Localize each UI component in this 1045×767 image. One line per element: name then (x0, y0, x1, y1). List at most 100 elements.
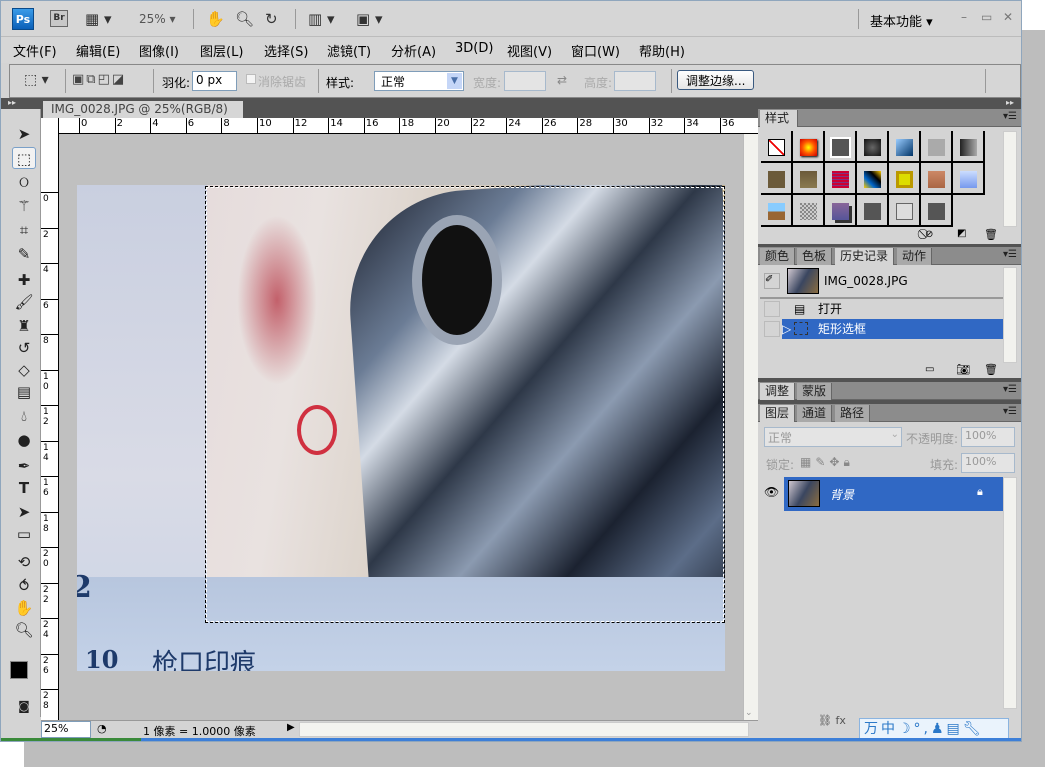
arrange-documents-icon[interactable]: ▥ ▾ (308, 10, 334, 28)
status-icon[interactable]: ◔ (97, 722, 107, 735)
style-swatch[interactable] (761, 163, 793, 195)
ime-toolbar[interactable]: 万中☽°,♟▤🔧︎ (859, 718, 1009, 740)
style-swatch[interactable] (825, 131, 857, 163)
hand-tool-icon[interactable]: ✋ (206, 10, 225, 28)
tab-color[interactable]: 颜色 (760, 248, 796, 265)
tab-actions[interactable]: 动作 (897, 248, 933, 265)
style-swatch[interactable] (889, 163, 921, 195)
restore-button[interactable]: ▭ (981, 10, 992, 24)
pen-tool-icon[interactable]: ✒ (12, 455, 36, 477)
path-selection-tool-icon[interactable]: ➤ (12, 501, 36, 523)
history-snapshot[interactable]: ✐ IMG_0028.JPG (760, 267, 1003, 295)
new-snapshot-icon[interactable]: 📷︎ (956, 363, 970, 376)
snapshot-brush-icon[interactable]: ✐ (764, 273, 780, 289)
view-extras-icon[interactable]: ▦ ▾ (85, 10, 111, 28)
lasso-tool-icon[interactable]: ଠ (12, 171, 36, 193)
tab-channels[interactable]: 通道 (797, 405, 833, 422)
menu-3d[interactable]: 3D(D) (455, 41, 493, 56)
zoom-level-dropdown[interactable]: 25% ▾ (139, 12, 176, 26)
fill-input[interactable]: 100% (961, 453, 1015, 473)
style-swatch[interactable] (793, 163, 825, 195)
width-input[interactable] (504, 71, 546, 91)
style-swatch[interactable] (953, 163, 985, 195)
rectangular-selection[interactable] (205, 186, 725, 623)
menu-image[interactable]: 图像(I) (139, 41, 179, 60)
swap-icon[interactable]: ⇄ (557, 73, 567, 87)
style-swatch[interactable] (793, 195, 825, 227)
style-swatch[interactable] (761, 195, 793, 227)
menu-view[interactable]: 视图(V) (507, 41, 552, 60)
history-item-open[interactable]: ▤ 打开 (760, 299, 1003, 319)
selection-mode-buttons[interactable]: ▣⧉◰◪ (72, 72, 126, 87)
history-state-slider-icon[interactable]: ▷ (782, 319, 791, 339)
menu-file[interactable]: 文件(F) (13, 41, 57, 60)
style-swatch[interactable] (921, 131, 953, 163)
blend-mode-select[interactable]: 正常 ⌄ (764, 427, 902, 447)
history-source-box[interactable] (764, 301, 780, 317)
height-input[interactable] (614, 71, 656, 91)
healing-brush-tool-icon[interactable]: ✚ (12, 269, 36, 291)
marquee-tool-icon[interactable]: ⬚ (12, 147, 36, 169)
horizontal-scrollbar[interactable] (299, 722, 749, 737)
history-source-box[interactable] (764, 321, 780, 337)
status-menu-arrow[interactable]: ▶ (287, 722, 295, 733)
panel-menu-icon[interactable]: ▾☰ (1003, 384, 1017, 395)
eraser-tool-icon[interactable]: ◇ (12, 359, 36, 381)
tab-layers[interactable]: 图层 (760, 405, 796, 422)
style-swatch[interactable] (953, 131, 985, 163)
new-style-icon[interactable]: ◩ (957, 228, 966, 239)
layers-scrollbar[interactable] (1003, 477, 1017, 709)
3d-rotate-tool-icon[interactable]: ⟲ (12, 551, 36, 573)
styles-scrollbar[interactable] (1003, 131, 1017, 227)
gradient-tool-icon[interactable]: ▤ (12, 381, 36, 403)
screen-mode-icon[interactable]: ▣ ▾ (356, 10, 382, 28)
magic-wand-tool-icon[interactable]: ⚚ (12, 195, 36, 217)
collapse-panels-icon[interactable]: ▸▸ (1006, 98, 1014, 107)
menu-analysis[interactable]: 分析(A) (391, 41, 436, 60)
canvas-area[interactable]: 2 10 枪口印痕 (59, 134, 743, 720)
tab-paths[interactable]: 路径 (835, 405, 871, 422)
feather-input[interactable]: 0 px (192, 71, 237, 91)
tab-adjustments[interactable]: 调整 (760, 383, 796, 400)
workspace-switcher[interactable]: 基本功能 ▾ (870, 11, 933, 30)
history-brush-tool-icon[interactable]: ↺ (12, 337, 36, 359)
menu-layer[interactable]: 图层(L) (200, 41, 243, 60)
menu-filter[interactable]: 滤镜(T) (327, 41, 371, 60)
minimize-button[interactable]: – (961, 10, 967, 24)
scroll-down-icon[interactable]: ⌄ (745, 708, 753, 718)
panel-menu-icon[interactable]: ▾☰ (1003, 406, 1017, 417)
tool-preset-picker[interactable]: ⬚ ▾ (24, 72, 49, 88)
menu-edit[interactable]: 编辑(E) (76, 41, 120, 60)
menu-window[interactable]: 窗口(W) (571, 41, 620, 60)
hand-tool-icon[interactable]: ✋ (12, 597, 36, 619)
antialias-checkbox[interactable] (246, 74, 256, 84)
crop-tool-icon[interactable]: ⌗ (12, 219, 36, 241)
new-document-from-state-icon[interactable]: ▭ (925, 364, 934, 375)
history-scrollbar[interactable] (1003, 267, 1017, 363)
dodge-tool-icon[interactable]: ● (12, 429, 36, 451)
lock-options-icons[interactable]: ▦✎✥🔒︎ (800, 455, 854, 470)
tab-masks[interactable]: 蒙版 (797, 383, 833, 400)
eyedropper-tool-icon[interactable]: ✎ (12, 243, 36, 265)
collapse-toolbox-icon[interactable]: ▸▸ (8, 98, 16, 107)
style-swatch[interactable] (889, 195, 921, 227)
link-layers-icon[interactable]: ⛓ fx (818, 714, 846, 727)
tab-history[interactable]: 历史记录 (835, 248, 895, 265)
tab-styles[interactable]: 样式 (760, 110, 798, 127)
zoom-tool-icon[interactable]: 🔍︎ (12, 619, 36, 641)
rotate-view-icon[interactable]: ↻ (265, 10, 278, 28)
zoom-input[interactable]: 25% (41, 721, 91, 738)
delete-style-icon[interactable]: 🗑︎ (984, 228, 998, 241)
tab-swatches[interactable]: 色板 (797, 248, 833, 265)
shape-tool-icon[interactable]: ▭ (12, 523, 36, 545)
style-swatch[interactable] (857, 195, 889, 227)
style-swatch[interactable] (921, 195, 953, 227)
refine-edge-button[interactable]: 调整边缘... (677, 70, 755, 90)
move-tool-icon[interactable]: ➤ (12, 123, 36, 145)
history-item-marquee[interactable]: ▷ 矩形选框 (760, 319, 1003, 339)
clear-style-icon[interactable]: ⃠⊘ (925, 229, 933, 240)
style-swatch[interactable] (825, 195, 857, 227)
zoom-tool-icon[interactable]: 🔍︎ (235, 10, 254, 28)
3d-orbit-tool-icon[interactable]: ⥀ (12, 575, 36, 597)
brush-tool-icon[interactable]: 🖌︎ (12, 291, 36, 313)
